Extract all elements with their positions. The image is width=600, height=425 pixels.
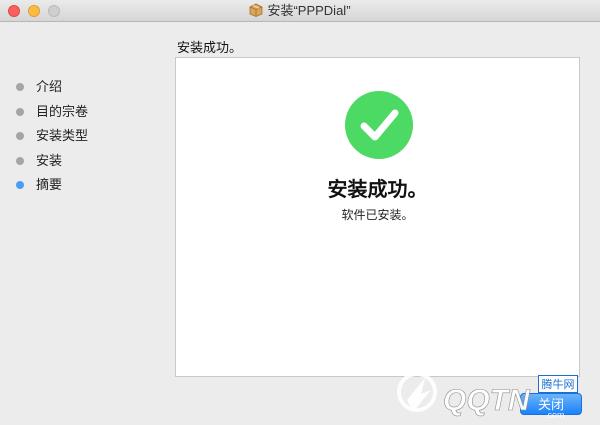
title-bar[interactable]: 安装“PPPDial” [0,0,600,22]
sidebar-item-introduction: 介绍 [14,78,164,103]
sidebar-item-install-type: 安装类型 [14,127,164,152]
sidebar-item-summary: 摘要 [14,176,164,201]
step-dot-icon [16,107,24,116]
step-sidebar: 介绍 目的宗卷 安装类型 安装 摘要 [14,78,164,201]
sidebar-item-label: 目的宗卷 [36,103,89,119]
sidebar-item-label: 安装类型 [36,128,89,143]
svg-text:QQTN: QQTN [443,384,531,417]
installer-window: 安装“PPPDial” 介绍 目的宗卷 安装类型 安装 摘要 安装成功。 安装成… [0,0,600,425]
content-panel: 安装成功。 软件已安装。 [175,57,580,377]
step-dot-icon [16,83,24,91]
package-icon [250,3,263,17]
sidebar-item-install: 安装 [14,152,164,177]
sidebar-item-label: 摘要 [36,177,63,192]
success-message: 软件已安装。 [341,208,414,222]
window-title-group: 安装“PPPDial” [0,3,600,19]
watermark-tag: 腾牛网 [538,375,578,393]
sidebar-item-label: 介绍 [36,79,63,94]
sidebar-item-destination: 目的宗卷 [14,103,164,128]
page-title: 安装成功。 [177,40,243,55]
active-step-dot-icon [16,181,24,189]
step-dot-icon [16,156,24,165]
checkmark-icon [345,91,413,159]
svg-text:.com: .com [545,410,565,420]
step-dot-icon [16,132,24,140]
window-title: 安装“PPPDial” [267,3,351,18]
sidebar-item-label: 安装 [36,152,63,168]
success-headline: 安装成功。 [327,179,428,201]
